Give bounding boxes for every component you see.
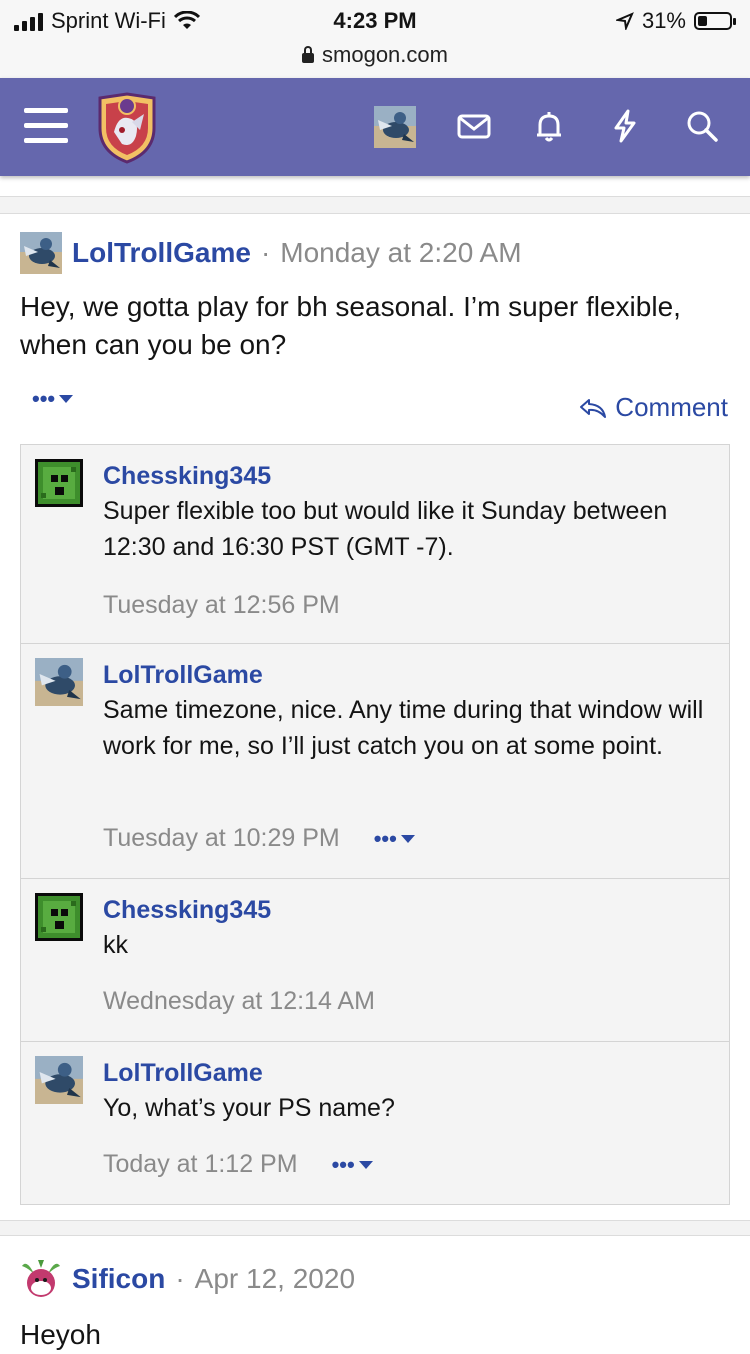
comment-text: Super flexible too but would like it Sun… (103, 497, 668, 561)
comment-time[interactable]: Tuesday at 10:29 PM (103, 824, 340, 853)
comment-author[interactable]: Chessking345 (103, 893, 713, 927)
avatar[interactable] (35, 459, 83, 507)
comment-more-menu[interactable]: ••• (332, 1152, 373, 1178)
user-avatar[interactable] (374, 106, 416, 148)
post-body: Hey, we gotta play for bh seasonal. I’m … (20, 291, 681, 360)
comment-text: Same timezone, nice. Any time during tha… (103, 696, 704, 760)
comment-footer: Today at 1:12 PM ••• (103, 1150, 373, 1179)
comment-author[interactable]: LolTrollGame (103, 1056, 713, 1090)
comment-content: Chessking345 kk (103, 893, 713, 963)
comment-text: kk (103, 931, 128, 959)
lock-icon (302, 46, 315, 63)
bell-icon[interactable] (531, 108, 567, 144)
comment-footer: Tuesday at 12:56 PM (103, 591, 340, 620)
more-dots: ••• (373, 825, 397, 851)
location-arrow-icon (615, 12, 634, 30)
list-item: LolTrollGame Same timezone, nice. Any ti… (21, 644, 729, 879)
comment-author[interactable]: Chessking345 (103, 459, 713, 493)
reply-icon (580, 398, 607, 418)
comment-time[interactable]: Wednesday at 12:14 AM (103, 987, 375, 1016)
comment-footer: Wednesday at 12:14 AM (103, 987, 375, 1016)
comment-time[interactable]: Tuesday at 12:56 PM (103, 591, 340, 620)
url-text: smogon.com (322, 42, 448, 67)
post-body: Heyoh (20, 1319, 101, 1350)
mail-icon[interactable] (456, 108, 492, 144)
more-dots: ••• (32, 386, 56, 411)
chevron-down-icon (358, 1160, 373, 1169)
avatar[interactable] (35, 658, 83, 706)
search-icon[interactable] (684, 108, 720, 144)
comment-content: Chessking345 Super flexible too but woul… (103, 459, 713, 565)
avatar[interactable] (35, 1056, 83, 1104)
comment-more-menu[interactable]: ••• (374, 826, 415, 852)
list-item: Chessking345 Super flexible too but woul… (21, 445, 729, 644)
site-nav (0, 78, 750, 176)
menu-icon[interactable] (24, 108, 68, 146)
more-dots: ••• (331, 1151, 355, 1177)
post-time[interactable]: Apr 12, 2020 (195, 1263, 355, 1295)
comments-list: Chessking345 Super flexible too but woul… (20, 444, 730, 1205)
post-header: Sificon · Apr 12, 2020 (20, 1258, 355, 1300)
bolt-icon[interactable] (607, 108, 643, 144)
avatar[interactable] (20, 232, 62, 274)
post-more-menu[interactable]: ••• (32, 386, 74, 412)
status-bar: Sprint Wi-Fi 4:23 PM 31% smogon.com (0, 0, 750, 78)
battery-group: 31% (615, 8, 736, 34)
avatar[interactable] (20, 1258, 62, 1300)
post-author[interactable]: LolTrollGame (72, 237, 251, 269)
battery-percent: 31% (641, 8, 686, 33)
section-divider (0, 1220, 750, 1236)
site-logo[interactable] (96, 92, 158, 164)
comment-content: LolTrollGame Yo, what’s your PS name? (103, 1056, 713, 1126)
meta-separator: · (260, 237, 271, 268)
battery-icon (694, 12, 736, 30)
list-item: LolTrollGame Yo, what’s your PS name? To… (21, 1042, 729, 1204)
meta-separator: · (175, 1263, 185, 1294)
url-bar[interactable]: smogon.com (0, 42, 750, 68)
comment-text: Yo, what’s your PS name? (103, 1094, 395, 1122)
list-item: Chessking345 kk Wednesday at 12:14 AM (21, 879, 729, 1042)
post-time[interactable]: Monday at 2:20 AM (280, 237, 521, 269)
post-header: LolTrollGame · Monday at 2:20 AM (20, 232, 522, 274)
chevron-down-icon (400, 834, 415, 843)
comment-author[interactable]: LolTrollGame (103, 658, 713, 692)
avatar[interactable] (35, 893, 83, 941)
comment-label: Comment (615, 392, 728, 422)
comment-footer: Tuesday at 10:29 PM ••• (103, 824, 415, 853)
comment-button[interactable]: Comment (579, 392, 728, 423)
post-author[interactable]: Sificon (72, 1263, 165, 1295)
section-divider (0, 196, 750, 214)
comment-time[interactable]: Today at 1:12 PM (103, 1150, 298, 1179)
chevron-down-icon (59, 395, 74, 403)
comment-content: LolTrollGame Same timezone, nice. Any ti… (103, 658, 713, 764)
